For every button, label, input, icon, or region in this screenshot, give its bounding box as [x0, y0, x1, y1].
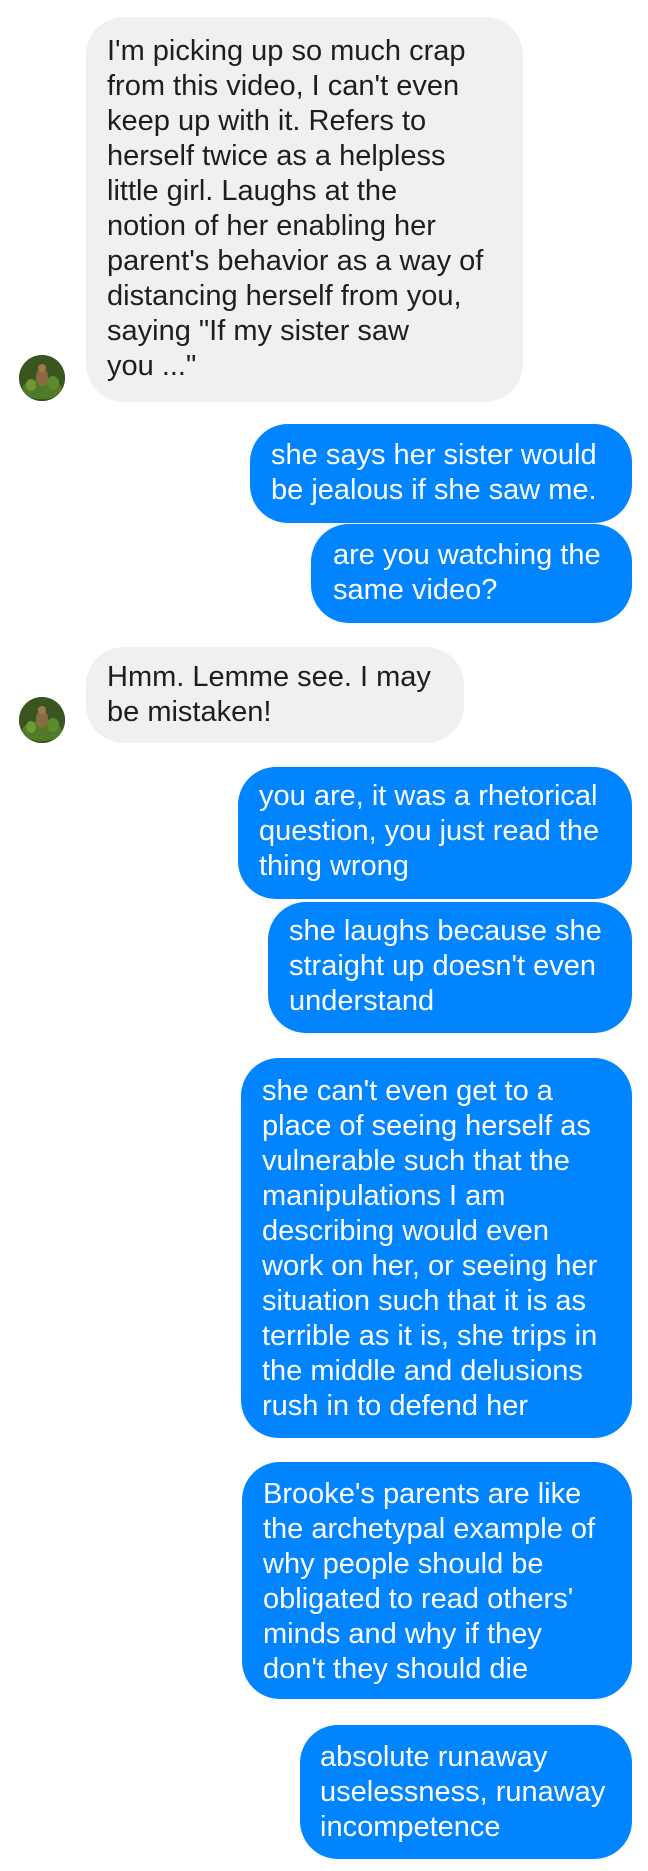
- contact-avatar-icon[interactable]: [19, 355, 65, 401]
- contact-avatar-icon[interactable]: [19, 697, 65, 743]
- outgoing-message-bubble[interactable]: Brooke's parents are like the archetypal…: [242, 1462, 632, 1699]
- contact-avatar-image: [19, 355, 65, 401]
- outgoing-message-bubble[interactable]: she can't even get to a place of seeing …: [241, 1058, 632, 1438]
- incoming-message-bubble[interactable]: Hmm. Lemme see. I may be mistaken!: [86, 647, 464, 743]
- contact-avatar-image: [19, 697, 65, 743]
- outgoing-message-bubble[interactable]: you are, it was a rhetorical question, y…: [238, 767, 632, 899]
- incoming-message-bubble[interactable]: I'm picking up so much crap from this vi…: [86, 17, 523, 402]
- outgoing-message-bubble[interactable]: she laughs because she straight up doesn…: [268, 902, 632, 1033]
- outgoing-message-bubble[interactable]: are you watching the same video?: [311, 524, 632, 623]
- outgoing-message-bubble[interactable]: she says her sister would be jealous if …: [250, 424, 632, 523]
- outgoing-message-bubble[interactable]: absolute runaway uselessness, runaway in…: [300, 1725, 632, 1859]
